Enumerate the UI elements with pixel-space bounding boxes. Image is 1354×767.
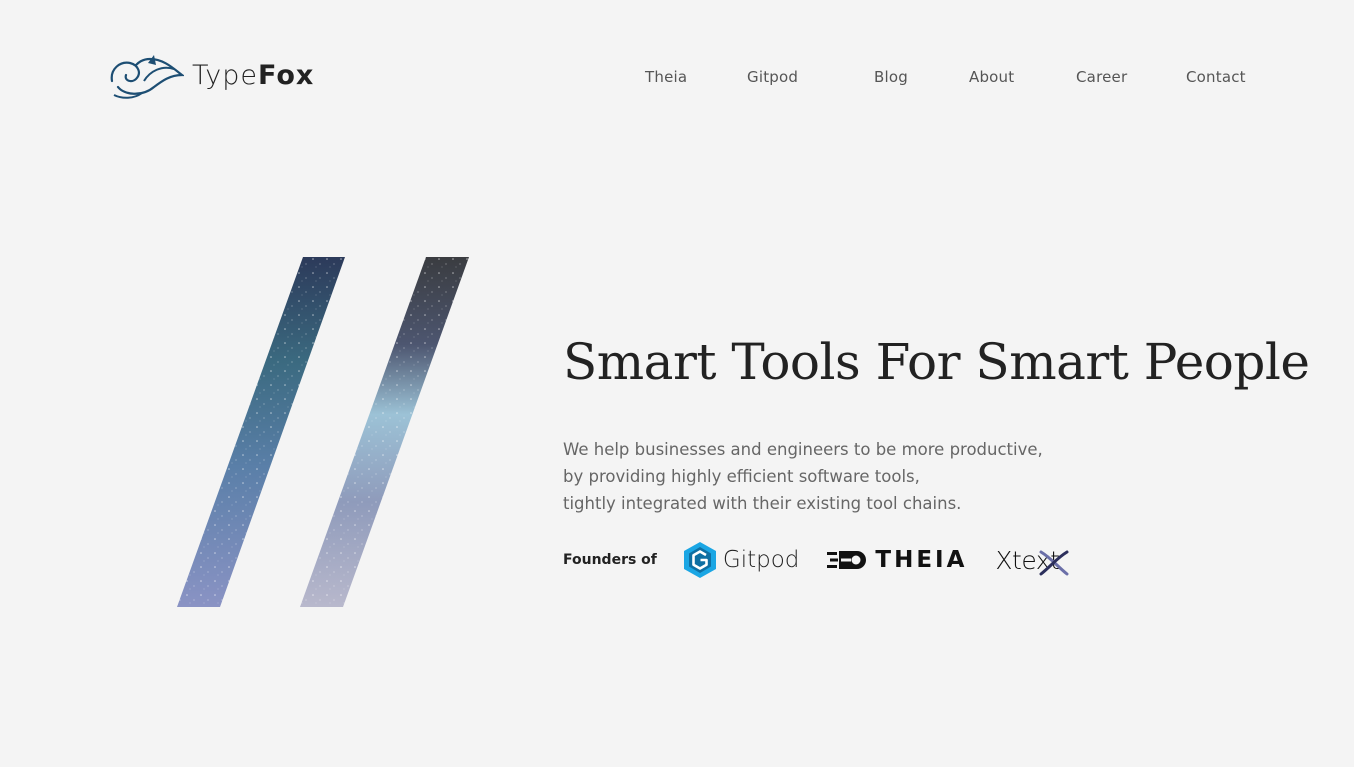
hero-description: We help businesses and engineers to be m…	[563, 436, 1043, 517]
xtext-brand-link[interactable]: Xtext	[995, 546, 1069, 575]
page: TypeFox Theia Gitpod Blog About Career C…	[0, 0, 1354, 767]
theia-brand-label: THEIA	[875, 547, 968, 573]
xtext-icon	[1039, 550, 1069, 575]
founders-row: Founders of Gitpod THEIA Xtext	[563, 540, 1087, 580]
nav-item-contact[interactable]: Contact	[1186, 68, 1246, 86]
main-nav: Theia Gitpod Blog About Career Contact	[0, 68, 1354, 90]
hero-description-line: by providing highly efficient software t…	[563, 467, 920, 486]
theia-icon	[827, 551, 867, 569]
nav-item-gitpod[interactable]: Gitpod	[747, 68, 798, 86]
nav-item-about[interactable]: About	[969, 68, 1014, 86]
nav-item-theia[interactable]: Theia	[645, 68, 687, 86]
hero-slashes-graphic	[177, 257, 469, 607]
theia-brand-link[interactable]: THEIA	[827, 547, 967, 573]
hero-description-line: We help businesses and engineers to be m…	[563, 440, 1043, 459]
nav-item-career[interactable]: Career	[1076, 68, 1127, 86]
gitpod-brand-label: Gitpod	[722, 547, 800, 573]
hero-title: Smart Tools For Smart People	[563, 333, 1310, 391]
nav-item-blog[interactable]: Blog	[874, 68, 908, 86]
founders-label: Founders of	[563, 552, 657, 568]
gitpod-brand-link[interactable]: Gitpod	[683, 541, 800, 579]
gitpod-icon	[683, 542, 716, 578]
hero-description-line: tightly integrated with their existing t…	[563, 494, 962, 513]
